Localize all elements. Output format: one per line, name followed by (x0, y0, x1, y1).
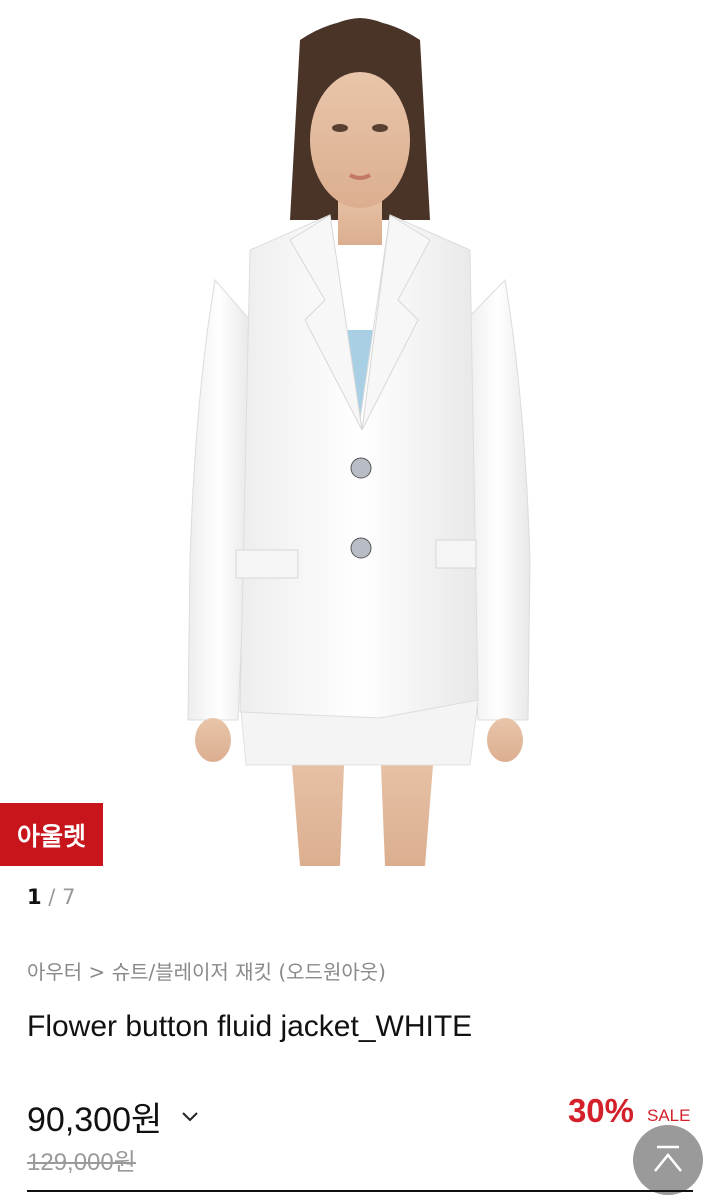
chevron-down-icon[interactable] (180, 1110, 200, 1124)
pager-separator: / (41, 885, 63, 909)
scroll-to-top-button[interactable] (633, 1125, 703, 1195)
sale-label: SALE (647, 1106, 691, 1125)
image-pager: 1 / 7 (27, 885, 75, 909)
product-image[interactable] (0, 0, 720, 866)
breadcrumb-separator: > (82, 960, 112, 984)
pager-current: 1 (27, 885, 42, 909)
model-photo (187, 18, 531, 866)
discount-rate: 30% (567, 1092, 634, 1129)
price-row[interactable]: 90,300원 (27, 1092, 200, 1141)
arrow-up-icon (654, 1145, 682, 1172)
breadcrumb-category[interactable]: 아우터 (27, 960, 82, 984)
breadcrumb: 아우터 > 슈트/블레이저 재킷 (오드원아웃) (27, 956, 386, 985)
product-title: Flower button fluid jacket_WHITE (27, 1010, 473, 1043)
breadcrumb-brand[interactable]: (오드원아웃) (278, 960, 386, 984)
divider (27, 1190, 693, 1192)
sale-price: 90,300원 (27, 1101, 163, 1139)
pager-total: 7 (62, 885, 76, 909)
original-price: 129,000원 (27, 1149, 136, 1176)
outlet-badge: 아울렛 (0, 803, 103, 866)
breadcrumb-subcategory[interactable]: 슈트/블레이저 재킷 (112, 960, 272, 984)
